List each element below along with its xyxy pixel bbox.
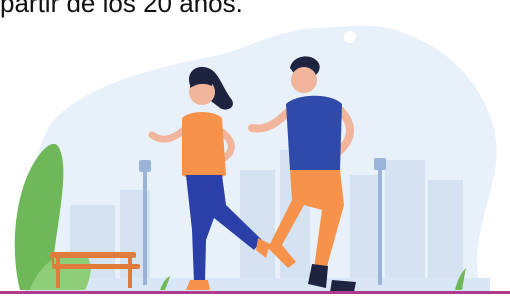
ground <box>25 278 490 292</box>
jogging-illustration <box>14 25 497 292</box>
divider-line <box>0 291 510 294</box>
sun <box>344 31 356 43</box>
